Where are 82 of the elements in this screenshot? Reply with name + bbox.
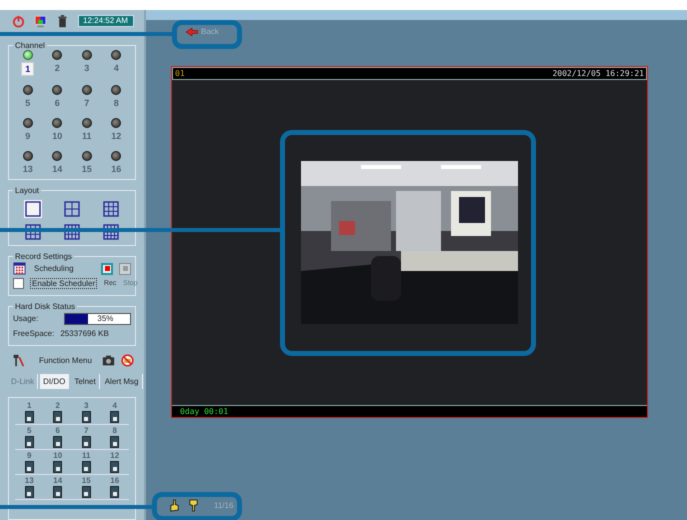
group-title: Hard Disk Status <box>14 302 76 311</box>
channel-button[interactable]: 7 <box>81 97 92 109</box>
channel-button[interactable]: 14 <box>49 163 66 175</box>
channel-button[interactable]: 11 <box>78 130 94 142</box>
channel-button[interactable]: 16 <box>108 163 124 175</box>
layout-button[interactable] <box>102 223 120 241</box>
group-title: Channel <box>14 41 46 50</box>
layout-button[interactable] <box>24 200 42 218</box>
switch-icon[interactable] <box>82 436 91 448</box>
io-number: 14 <box>53 476 62 485</box>
checkbox-label: Enable Scheduler <box>30 278 98 289</box>
switch-icon[interactable] <box>110 411 120 423</box>
free-space-value: 25337696 KB <box>60 329 109 338</box>
io-number: 5 <box>27 426 32 435</box>
channel-button[interactable]: 6 <box>52 97 63 109</box>
switch-icon[interactable] <box>24 411 34 423</box>
calendar-icon <box>13 262 26 275</box>
usage-reading: 35% <box>97 314 114 324</box>
switch-icon[interactable] <box>82 461 91 473</box>
tools-icon <box>12 354 25 366</box>
channel-button[interactable]: 12 <box>108 130 124 142</box>
timestamp: 2002/12/05 16:29:21 <box>552 69 644 78</box>
channel-button[interactable]: 4 <box>110 62 122 74</box>
no-camera-icon[interactable] <box>121 354 134 366</box>
switch-icon[interactable] <box>53 486 62 498</box>
io-number: 9 <box>27 451 32 460</box>
switch-icon[interactable] <box>53 461 62 473</box>
channel-button[interactable]: 1 <box>21 62 34 76</box>
io-number: 16 <box>110 476 120 485</box>
io-number: 7 <box>84 426 88 435</box>
switch-icon[interactable] <box>53 411 62 423</box>
switch-icon[interactable] <box>110 486 120 498</box>
io-number: 6 <box>56 426 60 435</box>
trash-icon[interactable] <box>56 14 69 28</box>
switch-icon[interactable] <box>82 486 91 498</box>
scheduling-label: Scheduling <box>34 264 74 273</box>
group-title: Record Settings <box>14 252 73 261</box>
page-counter: 11/16 <box>214 501 234 510</box>
channel-button[interactable]: 8 <box>110 97 122 109</box>
io-number: 11 <box>82 451 90 460</box>
io-number: 12 <box>110 451 120 460</box>
channel-id: 01 <box>175 69 185 78</box>
channel-button[interactable]: 2 <box>52 62 63 74</box>
record-button[interactable] <box>101 262 113 274</box>
channel-button[interactable]: 3 <box>81 62 92 74</box>
io-number: 8 <box>112 426 117 435</box>
function-menu-label: Function Menu <box>39 356 93 364</box>
channel-button[interactable]: 9 <box>22 130 34 142</box>
layout-button[interactable] <box>62 200 81 218</box>
channel-button[interactable]: 10 <box>49 130 66 142</box>
switch-icon[interactable] <box>24 486 34 498</box>
layout-button[interactable] <box>102 200 120 218</box>
io-number: 3 <box>84 401 88 410</box>
io-number: 4 <box>112 401 117 410</box>
channel-button[interactable]: 13 <box>20 163 36 175</box>
monitor-icon[interactable] <box>34 14 47 28</box>
back-link[interactable]: Back <box>186 27 219 36</box>
free-space-label: FreeSpace: <box>13 329 54 338</box>
callout-frame <box>172 20 242 49</box>
elapsed-time: 0day 00:01 <box>180 407 228 416</box>
switch-icon[interactable] <box>110 461 120 473</box>
group-title: Layout <box>14 186 40 195</box>
tab[interactable]: DI/DO <box>40 374 70 389</box>
back-arrow-icon <box>186 28 198 36</box>
switch-icon[interactable] <box>53 436 62 448</box>
io-number: 15 <box>82 476 91 485</box>
io-number: 13 <box>24 476 34 485</box>
io-number: 1 <box>27 401 32 410</box>
checkbox[interactable] <box>13 278 24 289</box>
switch-icon[interactable] <box>110 436 120 448</box>
switch-icon[interactable] <box>82 411 91 423</box>
channel-button[interactable]: 15 <box>78 163 95 175</box>
channel-button[interactable]: 5 <box>22 97 34 109</box>
tab[interactable]: Alert Msg <box>102 374 143 389</box>
usage-label: Usage: <box>13 314 40 323</box>
clock-display: 12:24:52 AM <box>78 15 134 27</box>
switch-icon[interactable] <box>24 436 34 448</box>
tab[interactable]: Telnet <box>71 374 100 389</box>
io-number: 10 <box>53 451 62 460</box>
camera-icon[interactable] <box>102 354 115 366</box>
io-number: 2 <box>56 401 60 410</box>
switch-icon[interactable] <box>24 461 34 473</box>
